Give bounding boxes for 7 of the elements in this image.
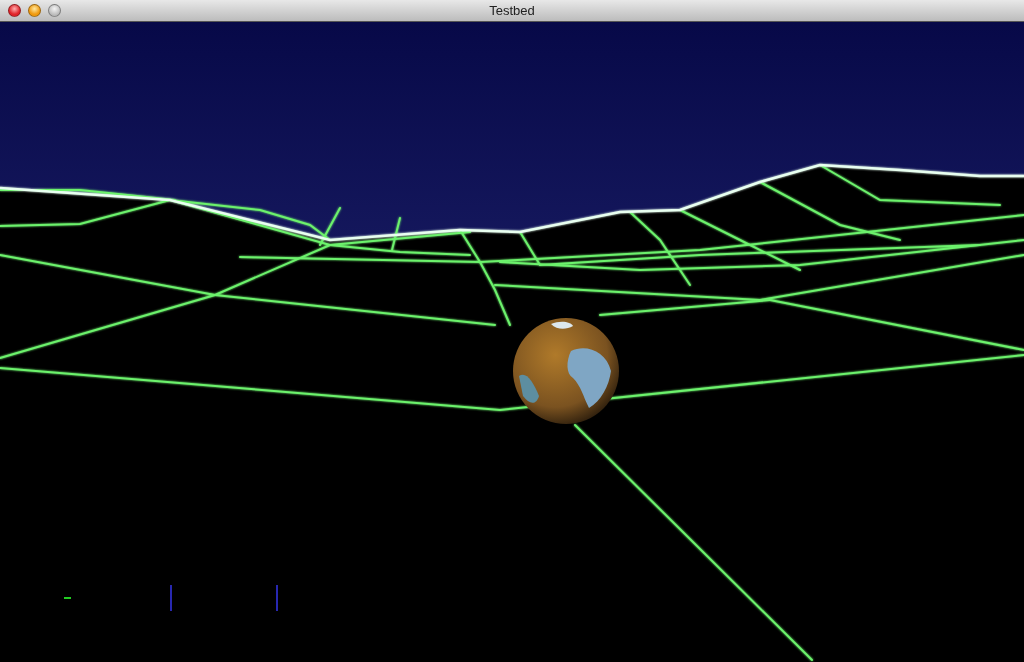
minimize-button[interactable] bbox=[28, 4, 41, 17]
dash-marker-icon bbox=[64, 597, 71, 599]
bar-marker-icon bbox=[170, 585, 172, 611]
close-button[interactable] bbox=[8, 4, 21, 17]
window-title: Testbed bbox=[489, 3, 535, 18]
bar-marker-icon bbox=[276, 585, 278, 611]
zoom-button[interactable] bbox=[48, 4, 61, 17]
